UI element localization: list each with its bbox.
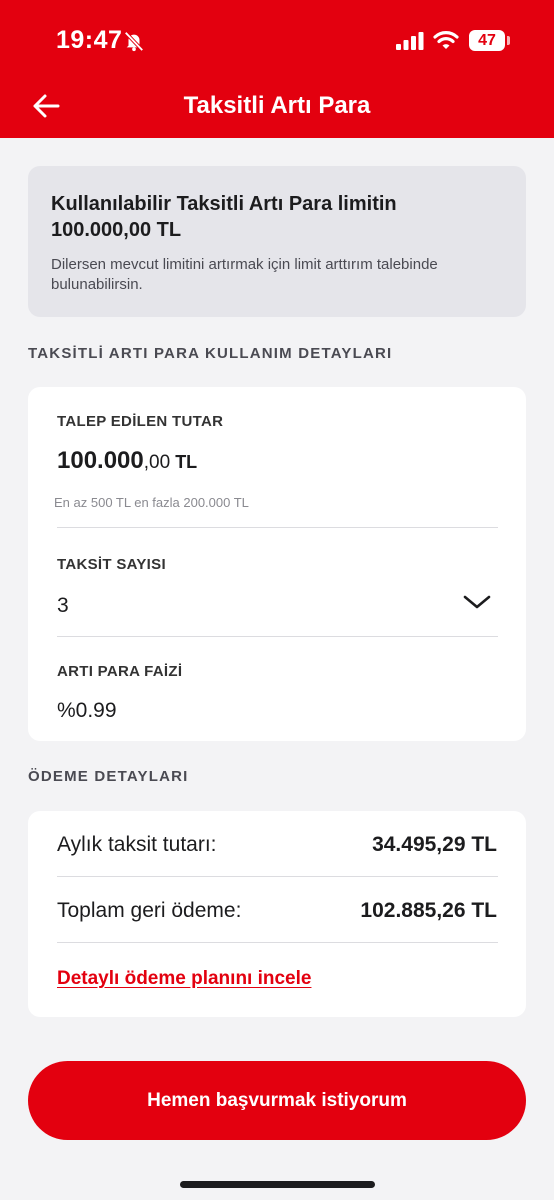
interest-rate-value: %0.99 (57, 699, 117, 722)
requested-amount-integer: 100.000 (57, 447, 144, 474)
divider (57, 876, 498, 877)
requested-amount-decimal: ,00 (143, 452, 171, 473)
total-repayment-label: Toplam geri ödeme: (57, 899, 242, 922)
apply-button[interactable]: Hemen başvurmak istiyorum (28, 1061, 526, 1140)
divider (57, 636, 498, 637)
monthly-installment-value: 34.495,29 TL (372, 833, 497, 856)
page-title: Taksitli Artı Para (183, 92, 371, 119)
requested-amount-hint: En az 500 TL en fazla 200.000 TL (54, 495, 249, 510)
app-header: 19:47 47 Taksitli Artı Para (0, 0, 554, 138)
signal-icon (396, 32, 424, 50)
battery-icon: 47 (469, 30, 505, 51)
interest-rate-label: ARTI PARA FAİZİ (57, 663, 183, 680)
limit-info-subtitle: Dilersen mevcut limitini artırmak için l… (51, 256, 438, 293)
limit-info-title: Kullanılabilir Taksitli Artı Para limiti… (51, 193, 397, 241)
divider (57, 527, 498, 528)
divider (57, 942, 498, 943)
home-indicator[interactable] (180, 1181, 375, 1188)
payment-details-card: Aylık taksit tutarı: 34.495,29 TL Toplam… (28, 811, 526, 1017)
limit-info-card: Kullanılabilir Taksitli Artı Para limiti… (28, 166, 526, 317)
total-repayment-value: 102.885,26 TL (360, 899, 497, 922)
bell-slash-icon (124, 31, 144, 52)
requested-amount-currency: TL (170, 452, 198, 472)
wifi-icon (433, 31, 459, 49)
installment-count-value[interactable]: 3 (57, 594, 69, 618)
payment-plan-link[interactable]: Detaylı ödeme planını incele (57, 968, 311, 990)
installment-count-label: TAKSİT SAYISI (57, 556, 166, 573)
battery-tip (507, 36, 510, 45)
requested-amount-label: TALEP EDİLEN TUTAR (57, 413, 224, 430)
requested-amount-input[interactable]: 100.000,00 TL (57, 447, 197, 475)
payment-details-heading: ÖDEME DETAYLARI (28, 768, 189, 785)
monthly-installment-label: Aylık taksit tutarı: (57, 833, 217, 856)
usage-details-heading: TAKSİTLİ ARTI PARA KULLANIM DETAYLARI (28, 345, 393, 362)
status-time: 19:47 (56, 26, 123, 54)
chevron-down-icon[interactable] (462, 593, 492, 611)
usage-details-card: TALEP EDİLEN TUTAR 100.000,00 TL En az 5… (28, 387, 526, 741)
